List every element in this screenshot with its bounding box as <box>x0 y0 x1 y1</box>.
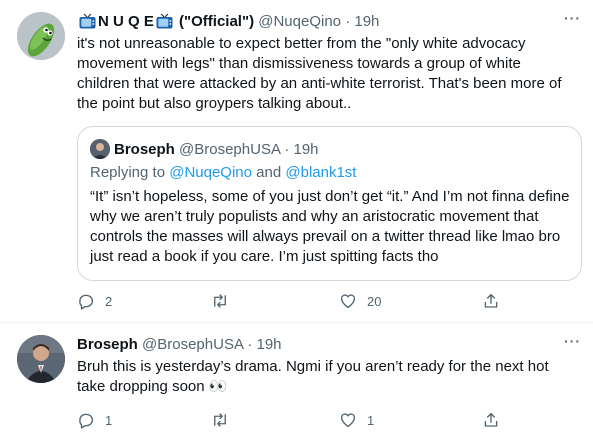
separator: · <box>284 141 290 158</box>
timestamp[interactable]: 19h <box>256 336 281 353</box>
heart-icon <box>340 413 356 428</box>
retweet-button[interactable] <box>211 410 239 430</box>
retweet-icon <box>214 413 226 427</box>
tweet-actions: 1 1 <box>77 410 517 430</box>
share-button[interactable] <box>482 291 500 311</box>
reply-icon <box>79 413 94 429</box>
avatar[interactable] <box>17 335 65 383</box>
reply-count: 1 <box>105 412 113 428</box>
avatar <box>90 139 110 159</box>
tv-emoji-icon <box>79 13 96 35</box>
replying-prefix: Replying to <box>90 164 166 181</box>
separator: · <box>247 336 253 353</box>
retweet-icon <box>214 294 226 308</box>
replying-and: and <box>256 164 282 181</box>
tweet[interactable]: Broseph @BrosephUSA · 19h ··· Bruh this … <box>0 323 593 438</box>
share-button[interactable] <box>482 410 500 430</box>
like-button[interactable]: 20 <box>339 291 381 311</box>
reply-button[interactable]: 2 <box>77 291 112 311</box>
timestamp[interactable]: 19h <box>354 13 379 30</box>
tweet[interactable]: N U Q E ("Official") @NuqeQino · 19h ···… <box>0 0 593 323</box>
like-button[interactable]: 1 <box>339 410 374 430</box>
handle: @BrosephUSA <box>179 141 281 158</box>
like-count: 1 <box>367 412 375 428</box>
display-name-tag[interactable]: ("Official") <box>179 13 254 30</box>
tweet-header: Broseph @BrosephUSA · 19h <box>77 335 282 355</box>
quoted-tweet-header: Broseph @BrosephUSA · 19h <box>90 139 319 159</box>
separator: · <box>345 13 351 30</box>
avatar[interactable] <box>17 12 65 60</box>
more-icon[interactable]: ··· <box>564 10 581 26</box>
tweet-text: it's not unreasonable to expect better f… <box>77 35 562 112</box>
reply-button[interactable]: 1 <box>77 410 112 430</box>
more-icon[interactable]: ··· <box>564 333 581 349</box>
like-count: 20 <box>367 293 382 309</box>
tweet-text: Bruh this is yesterday’s drama. Ngmi if … <box>77 358 549 395</box>
quoted-tweet[interactable]: Broseph @BrosephUSA · 19h Replying to @N… <box>77 126 582 281</box>
timestamp: 19h <box>293 141 319 158</box>
heart-icon <box>340 294 356 309</box>
mention-link[interactable]: @NuqeQino <box>169 164 252 181</box>
display-name[interactable]: N U Q E <box>98 13 154 30</box>
tweet-header: N U Q E ("Official") @NuqeQino · 19h <box>77 12 379 32</box>
profile-photo-icon <box>17 335 65 383</box>
display-name[interactable]: Broseph <box>77 336 138 353</box>
handle[interactable]: @BrosephUSA <box>142 336 243 353</box>
share-icon <box>484 412 498 427</box>
handle[interactable]: @NuqeQino <box>258 13 341 30</box>
pickle-avatar-icon <box>17 12 65 60</box>
mention-link[interactable]: @blank1st <box>285 164 356 181</box>
tweet-actions: 2 20 <box>77 291 517 311</box>
tv-emoji-icon <box>156 13 173 35</box>
share-icon <box>484 293 498 308</box>
quoted-tweet-text: “It” isn’t hopeless, some of you just do… <box>90 188 570 265</box>
reply-icon <box>79 294 94 310</box>
retweet-button[interactable] <box>211 291 239 311</box>
display-name: Broseph <box>114 141 175 158</box>
replying-to: Replying to @NuqeQino and @blank1st <box>90 163 356 183</box>
reply-count: 2 <box>105 293 113 309</box>
